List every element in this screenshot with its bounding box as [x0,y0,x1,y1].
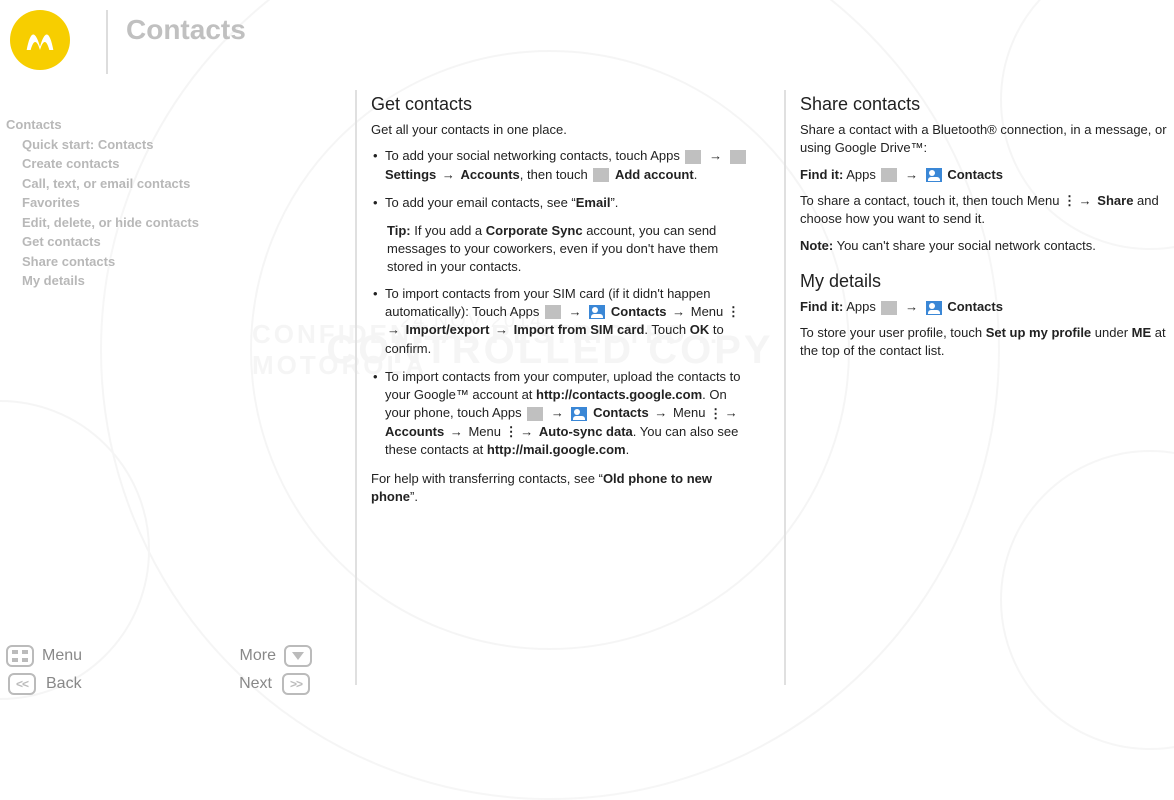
heading-get-contacts: Get contacts [371,92,755,117]
back-icon: << [8,673,36,695]
arrow-icon: → [725,405,738,420]
arrow-icon: → [495,322,508,337]
bullet-social: • To add your social networking contacts… [371,147,755,183]
sidebar-item-share[interactable]: Share contacts [22,252,306,272]
apps-icon [685,150,701,164]
menu-icon [709,405,719,423]
sidebar-item-details[interactable]: My details [22,271,306,291]
arrow-icon: → [905,299,918,314]
details-findit: Find it: Apps → Contacts [800,298,1174,316]
arrow-icon: → [1079,193,1092,208]
sidebar-item-edit[interactable]: Edit, delete, or hide contacts [22,213,306,233]
menu-icon [505,423,515,441]
sidebar-item-quickstart[interactable]: Quick start: Contacts [22,135,306,155]
share-findit: Find it: Apps → Contacts [800,166,1174,184]
contacts-icon [926,301,942,315]
intro-text: Get all your contacts in one place. [371,121,755,139]
details-text: To store your user profile, touch Set up… [800,324,1174,360]
sidebar-item-calltext[interactable]: Call, text, or email contacts [22,174,306,194]
apps-icon [881,301,897,315]
add-icon [593,168,609,182]
column-share-details: Share contacts Share a contact with a Bl… [784,90,1174,685]
arrow-icon: → [654,405,667,420]
arrow-icon: → [905,167,918,182]
sidebar-item-get[interactable]: Get contacts [22,232,306,252]
arrow-icon: → [709,148,722,163]
share-howto: To share a contact, touch it, then touch… [800,192,1174,229]
contacts-icon [571,407,587,421]
sidebar-item-favorites[interactable]: Favorites [22,193,306,213]
menu-icon [1063,192,1073,210]
menu-icon [727,303,737,321]
motorola-logo [10,10,70,70]
arrow-icon: → [450,424,463,439]
outro-text: For help with transferring contacts, see… [371,470,755,506]
bullet-computer: • To import contacts from your computer,… [371,368,755,460]
heading-share-contacts: Share contacts [800,92,1174,117]
next-button[interactable]: Next >> [239,673,312,695]
apps-icon [881,168,897,182]
grid-icon [6,645,34,667]
menu-button[interactable]: Menu [6,645,82,667]
arrow-icon: → [520,424,533,439]
bullet-email: • To add your email contacts, see “Email… [371,194,755,212]
bullet-sim: • To import contacts from your SIM card … [371,285,755,358]
more-button[interactable]: More [240,645,312,667]
page-title: Contacts [126,14,246,46]
arrow-icon: → [387,322,400,337]
header-divider [106,10,108,74]
settings-icon [730,150,746,164]
arrow-icon: → [551,405,564,420]
arrow-icon: → [442,167,455,182]
sidebar-item-create[interactable]: Create contacts [22,154,306,174]
arrow-icon: → [569,304,582,319]
back-button[interactable]: << Back [6,673,82,695]
sidebar-nav: Contacts Quick start: Contacts Create co… [6,115,306,291]
bottom-nav: Menu More << Back Next >> [6,645,312,701]
column-get-contacts: Get contacts Get all your contacts in on… [355,90,755,685]
share-intro: Share a contact with a Bluetooth® connec… [800,121,1174,157]
contacts-icon [589,305,605,319]
heading-my-details: My details [800,269,1174,294]
tip-text: Tip: If you add a Corporate Sync account… [387,222,755,277]
share-note: Note: You can't share your social networ… [800,237,1174,255]
apps-icon [527,407,543,421]
next-icon: >> [282,673,310,695]
chevron-down-icon [284,645,312,667]
sidebar-heading[interactable]: Contacts [6,115,306,135]
contacts-icon [926,168,942,182]
arrow-icon: → [672,304,685,319]
apps-icon [545,305,561,319]
